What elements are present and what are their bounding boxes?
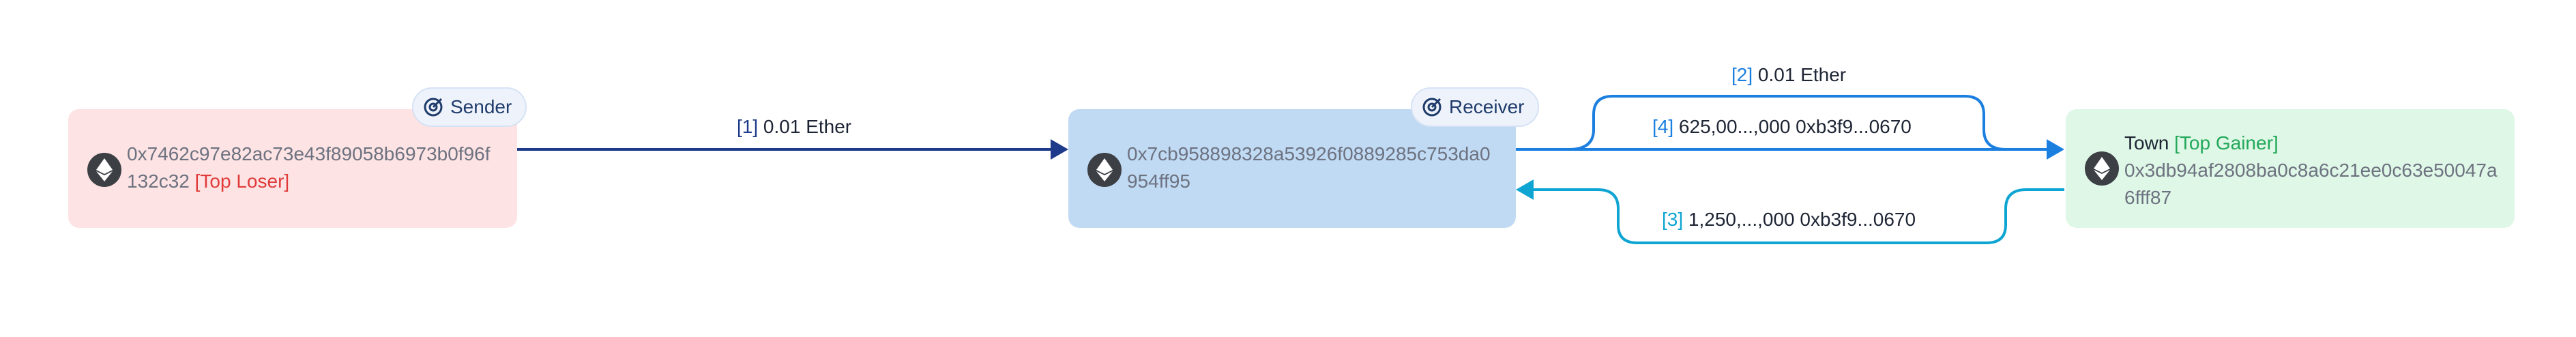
town-node[interactable]: Town [Top Gainer] 0x3db94af2808ba0c8a6c2…: [2066, 109, 2515, 228]
edge-1-amount: 0.01 Ether: [763, 116, 852, 137]
sender-address[interactable]: 0x7462c97e82ac73e43f89058b6973b0f96f132c…: [127, 143, 491, 192]
edge-3-arrowhead: [1516, 179, 1534, 200]
edge-4-index: [4]: [1652, 116, 1674, 137]
sender-role-badge: Sender: [412, 87, 527, 127]
edge-3-label: [3] 1,250,...,000 0xb3f9...0670: [1662, 209, 1916, 231]
edge-3-index: [3]: [1662, 209, 1684, 230]
town-address[interactable]: 0x3db94af2808ba0c8a6c21ee0c63e50047a6fff…: [2124, 160, 2498, 208]
target-icon: [424, 98, 443, 117]
ethereum-icon: [1087, 153, 1122, 187]
edge-1-arrowhead: [1051, 139, 1068, 160]
target-icon: [1422, 98, 1441, 117]
receiver-node[interactable]: 0x7cb958898328a53926f0889285c753da0954ff…: [1068, 109, 1516, 228]
edge-2-amount: 0.01 Ether: [1757, 64, 1847, 85]
edge-1-index: [1]: [737, 116, 759, 137]
edge-2-index: [2]: [1731, 64, 1753, 85]
ethereum-icon: [87, 153, 121, 187]
town-tag: [Top Gainer]: [2174, 132, 2279, 153]
edge-4-arrowhead: [2047, 139, 2064, 160]
town-name: Town: [2124, 132, 2169, 153]
sender-node[interactable]: 0x7462c97e82ac73e43f89058b6973b0f96f132c…: [68, 109, 517, 228]
ethereum-icon: [2085, 151, 2119, 186]
receiver-role-label: Receiver: [1449, 96, 1525, 117]
sender-address-block: 0x7462c97e82ac73e43f89058b6973b0f96f132c…: [127, 141, 499, 195]
edge-1-label: [1] 0.01 Ether: [737, 116, 851, 138]
edge-2-label: [2] 0.01 Ether: [1731, 64, 1846, 86]
sender-tag: [Top Loser]: [194, 171, 290, 192]
receiver-address-block: 0x7cb958898328a53926f0889285c753da0954ff…: [1127, 141, 1499, 195]
edge-4-label: [4] 625,00...,000 0xb3f9...0670: [1652, 116, 1912, 138]
edge-3-amount: 1,250,...,000 0xb3f9...0670: [1688, 209, 1916, 230]
receiver-role-badge: Receiver: [1411, 87, 1540, 127]
receiver-address[interactable]: 0x7cb958898328a53926f0889285c753da0954ff…: [1127, 143, 1491, 192]
sender-role-label: Sender: [450, 96, 512, 117]
town-text-block: Town [Top Gainer] 0x3db94af2808ba0c8a6c2…: [2124, 130, 2506, 211]
edge-4-amount: 625,00...,000 0xb3f9...0670: [1678, 116, 1912, 137]
